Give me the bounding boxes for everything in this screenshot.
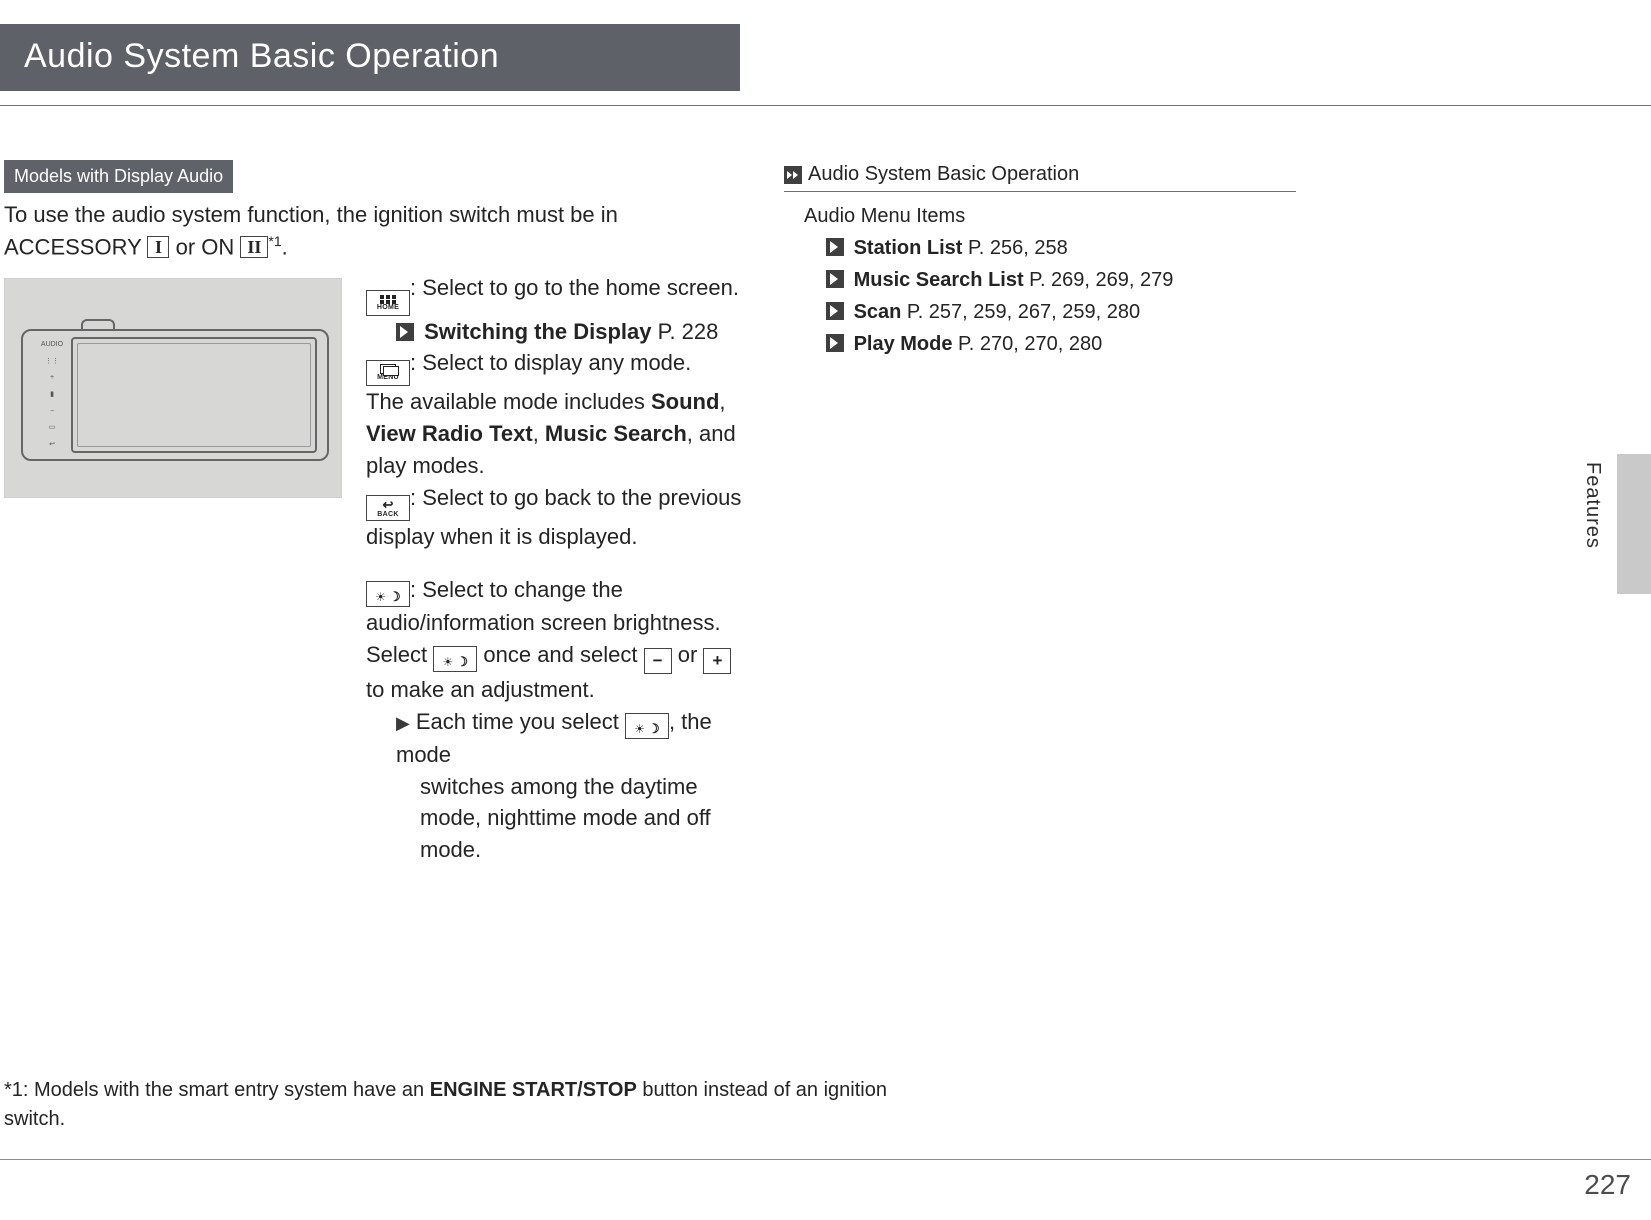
ref-arrow-icon <box>826 334 844 352</box>
home-line: HOME : Select to go to the home screen. <box>366 272 742 316</box>
intro-mid: or ON <box>176 235 241 260</box>
switching-ref-page: P. 228 <box>652 319 719 344</box>
home-button-icon: HOME <box>366 290 410 316</box>
list-item: Music Search List P. 269, 269, 279 <box>826 266 1296 295</box>
switching-ref-line: Switching the Display P. 228 <box>396 316 742 348</box>
model-tag: Models with Display Audio <box>4 160 233 193</box>
intro-end: . <box>282 235 288 260</box>
menu-text: : Select to display any mode. <box>410 350 691 375</box>
bullet-line: ▶Each time you select ☀☽, the mode <box>396 706 742 771</box>
footnote: *1: Models with the smart entry system h… <box>4 1076 904 1134</box>
key-on-icon: II <box>240 236 268 258</box>
description-column: HOME : Select to go to the home screen. … <box>366 272 742 867</box>
two-column-layout: AUDIO ⋮⋮ + ▮ − ▭ ↩ HOME <box>4 272 742 867</box>
brightness-button-icon: ☀☽ <box>366 581 410 607</box>
back-text: : Select to go back to the previous disp… <box>366 485 741 549</box>
plus-button-icon: + <box>703 648 731 674</box>
list-item: Play Mode P. 270, 270, 280 <box>826 330 1296 359</box>
back-line: ↩ BACK : Select to go back to the previo… <box>366 482 742 553</box>
illus-vol-icon: ▮ <box>50 391 54 398</box>
intro-paragraph: To use the audio system function, the ig… <box>4 199 742 263</box>
switching-ref: Switching the Display <box>424 319 651 344</box>
menu-line: MENU : Select to display any mode. <box>366 347 742 386</box>
illus-back-icon: ↩ <box>49 441 55 448</box>
triangle-bullet-icon: ▶ <box>396 713 410 733</box>
double-chevron-icon <box>784 166 802 184</box>
audio-menu-list: Audio Menu Items Station List P. 256, 25… <box>804 202 1296 359</box>
home-text: : Select to go to the home screen. <box>410 275 739 300</box>
illus-audio-label: AUDIO <box>41 341 63 348</box>
right-header-text: Audio System Basic Operation <box>808 160 1079 189</box>
right-header: Audio System Basic Operation <box>784 160 1296 192</box>
list-item: Scan P. 257, 259, 267, 259, 280 <box>826 298 1296 327</box>
menu-button-icon: MENU <box>366 360 410 386</box>
illus-menu-icon: ▭ <box>49 424 56 431</box>
select-line: Select ☀☽ once and select − or + to make… <box>366 639 742 705</box>
right-column: Audio System Basic Operation Audio Menu … <box>784 160 1296 866</box>
minus-button-icon: − <box>644 648 672 674</box>
display-audio-illustration: AUDIO ⋮⋮ + ▮ − ▭ ↩ <box>4 278 342 498</box>
illus-home-icon: ⋮⋮ <box>45 358 59 365</box>
bullet-line-cont: switches among the daytime mode, nightti… <box>420 771 742 867</box>
brightness-line: ☀☽ : Select to change the audio/informat… <box>366 574 742 639</box>
intro-pre: To use the audio system function, the ig… <box>4 202 618 259</box>
section-tab <box>1617 454 1651 594</box>
menu-line2: The available mode includes Sound, View … <box>366 386 742 482</box>
illus-minus-icon: − <box>50 408 54 415</box>
section-tab-label: Features <box>1578 462 1607 549</box>
brightness-button-icon-3: ☀☽ <box>625 713 669 739</box>
ref-arrow-icon <box>826 302 844 320</box>
footnote-ref: *1 <box>268 233 281 249</box>
left-column: Models with Display Audio To use the aud… <box>4 160 742 866</box>
page-title: Audio System Basic Operation <box>24 37 499 75</box>
illus-plus-icon: + <box>50 374 54 381</box>
page-number: 227 <box>1584 1165 1631 1206</box>
list-title: Audio Menu Items <box>804 202 1296 231</box>
ref-arrow-icon <box>396 323 414 341</box>
footer-rule <box>0 1159 1651 1160</box>
ref-arrow-icon <box>826 238 844 256</box>
ref-arrow-icon <box>826 270 844 288</box>
list-item: Station List P. 256, 258 <box>826 234 1296 263</box>
content-wrap: Models with Display Audio To use the aud… <box>0 106 1651 866</box>
key-accessory-icon: I <box>147 236 169 258</box>
back-button-icon: ↩ BACK <box>366 495 410 521</box>
brightness-text: : Select to change the audio/information… <box>366 577 721 635</box>
brightness-button-icon-2: ☀☽ <box>433 646 477 672</box>
page-title-bar: Audio System Basic Operation <box>0 24 740 91</box>
